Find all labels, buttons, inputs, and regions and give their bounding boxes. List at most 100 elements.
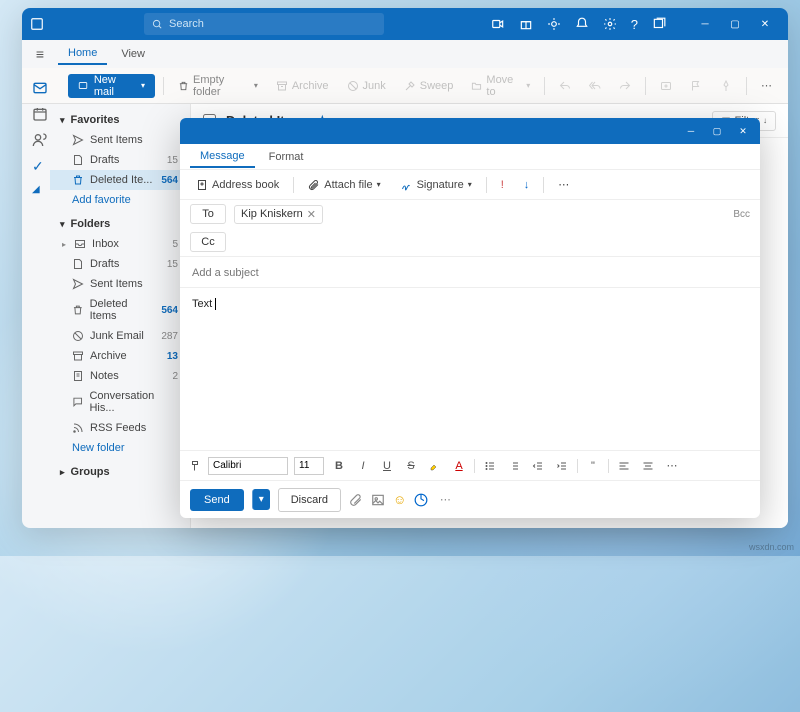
mail-nav-icon[interactable]: [32, 80, 48, 96]
compose-body[interactable]: Text: [180, 288, 760, 450]
compose-tab-format[interactable]: Format: [259, 147, 314, 167]
discard-button[interactable]: Discard: [278, 488, 341, 512]
new-mail-button[interactable]: New mail ▾: [68, 74, 155, 98]
expand-nav-icon[interactable]: ◢: [32, 184, 48, 200]
gear-icon[interactable]: [603, 17, 617, 31]
trash-icon: [72, 304, 84, 316]
tab-home[interactable]: Home: [58, 43, 107, 65]
draft-icon: [72, 258, 84, 270]
pin-button: [714, 74, 738, 98]
font-select[interactable]: [208, 457, 288, 475]
hamburger-icon[interactable]: ≡: [26, 40, 54, 68]
sidebar-item-convo[interactable]: Conversation His...: [50, 386, 190, 418]
new-window-icon[interactable]: [652, 17, 666, 31]
compose-titlebar[interactable]: ─ ▢ ✕: [180, 118, 760, 144]
outdent-button[interactable]: [529, 457, 547, 475]
archive-label: Archive: [292, 80, 329, 92]
send-split-button[interactable]: ▾: [252, 489, 270, 510]
new-folder-link[interactable]: New folder: [50, 438, 190, 458]
numbering-button[interactable]: [505, 457, 523, 475]
maximize-button[interactable]: ▢: [720, 8, 750, 40]
send-button[interactable]: Send: [190, 489, 244, 511]
sidebar-item-drafts-2[interactable]: Drafts15: [50, 254, 190, 274]
sidebar-item-drafts[interactable]: Drafts15: [50, 150, 190, 170]
sidebar-item-sent[interactable]: Sent Items: [50, 130, 190, 150]
emoji-icon[interactable]: ☺: [393, 492, 406, 507]
check-nav-icon[interactable]: ✓: [32, 158, 48, 174]
empty-folder-button[interactable]: Empty folder ▾: [172, 74, 264, 98]
folder-icon: [471, 80, 482, 92]
italic-button[interactable]: I: [354, 457, 372, 475]
meet-icon[interactable]: [491, 17, 505, 31]
attach-icon[interactable]: [349, 493, 363, 507]
sweep-button: Sweep: [398, 74, 460, 98]
strike-button[interactable]: S: [402, 457, 420, 475]
bold-button[interactable]: B: [330, 457, 348, 475]
gift-icon[interactable]: [519, 17, 533, 31]
format-more-button[interactable]: ⋯: [663, 457, 681, 475]
search-input[interactable]: Search: [144, 13, 384, 35]
importance-high-button[interactable]: !: [495, 176, 510, 194]
attach-file-button[interactable]: Attach file ▾: [302, 176, 386, 194]
chip-remove-icon[interactable]: ✕: [307, 208, 316, 221]
bell-icon[interactable]: [575, 17, 589, 31]
tab-view[interactable]: View: [111, 44, 155, 64]
groups-section[interactable]: ▸Groups: [50, 462, 190, 482]
format-toolbar: B I U S A " ⋯: [180, 450, 760, 480]
compose-close-button[interactable]: ✕: [730, 118, 756, 144]
minimize-button[interactable]: ─: [690, 8, 720, 40]
highlight-button[interactable]: [426, 457, 444, 475]
image-icon[interactable]: [371, 493, 385, 507]
importance-low-button[interactable]: ↓: [518, 176, 536, 194]
cc-button[interactable]: Cc: [190, 232, 226, 252]
sweep-icon: [404, 80, 416, 92]
sidebar-item-archive[interactable]: Archive13: [50, 346, 190, 366]
compose-minimize-button[interactable]: ─: [678, 118, 704, 144]
align-center-button[interactable]: [639, 457, 657, 475]
sidebar-item-junk[interactable]: Junk Email287: [50, 326, 190, 346]
rss-icon: [72, 422, 84, 434]
compose-more-button[interactable]: ⋯: [552, 175, 575, 194]
bcc-link[interactable]: Bcc: [733, 209, 750, 220]
schedule-icon[interactable]: [414, 493, 428, 507]
sent-icon: [72, 134, 84, 146]
day-icon[interactable]: [547, 17, 561, 31]
sidebar-item-sent-2[interactable]: Sent Items: [50, 274, 190, 294]
font-color-button[interactable]: A: [450, 457, 468, 475]
recipient-chip[interactable]: Kip Kniskern✕: [234, 205, 323, 224]
move-to-label: Move to: [486, 74, 522, 98]
add-favorite-link[interactable]: Add favorite: [50, 190, 190, 210]
sidebar-item-deleted-2[interactable]: Deleted Items564: [50, 294, 190, 326]
forward-button: [613, 74, 637, 98]
junk-button: Junk: [341, 74, 392, 98]
sidebar-item-deleted[interactable]: Deleted Ite...564: [50, 170, 190, 190]
compose-tab-message[interactable]: Message: [190, 146, 255, 168]
quote-button[interactable]: ": [584, 457, 602, 475]
format-painter-icon[interactable]: [190, 460, 202, 472]
folders-section[interactable]: ▾Folders: [50, 214, 190, 234]
send-more-button[interactable]: ⋯: [436, 491, 454, 509]
trash-icon: [72, 174, 84, 186]
to-button[interactable]: To: [190, 204, 226, 224]
signature-button[interactable]: Signature ▾: [395, 176, 478, 194]
read-button: [654, 74, 678, 98]
size-select[interactable]: [294, 457, 324, 475]
address-book-button[interactable]: Address book: [190, 176, 285, 194]
help-icon[interactable]: ?: [631, 17, 638, 32]
sidebar-item-notes[interactable]: Notes2: [50, 366, 190, 386]
calendar-nav-icon[interactable]: [32, 106, 48, 122]
align-left-button[interactable]: [615, 457, 633, 475]
close-button[interactable]: ✕: [750, 8, 780, 40]
indent-button[interactable]: [553, 457, 571, 475]
subject-input[interactable]: [192, 267, 748, 279]
favorites-section[interactable]: ▾Favorites: [50, 110, 190, 130]
bullets-button[interactable]: [481, 457, 499, 475]
more-button[interactable]: ⋯: [755, 74, 778, 98]
sidebar-item-rss[interactable]: RSS Feeds: [50, 418, 190, 438]
underline-button[interactable]: U: [378, 457, 396, 475]
compose-maximize-button[interactable]: ▢: [704, 118, 730, 144]
sidebar-item-inbox[interactable]: ▸Inbox5: [50, 234, 190, 254]
trash-icon: [178, 80, 189, 92]
empty-folder-label: Empty folder: [193, 74, 250, 98]
people-nav-icon[interactable]: [32, 132, 48, 148]
